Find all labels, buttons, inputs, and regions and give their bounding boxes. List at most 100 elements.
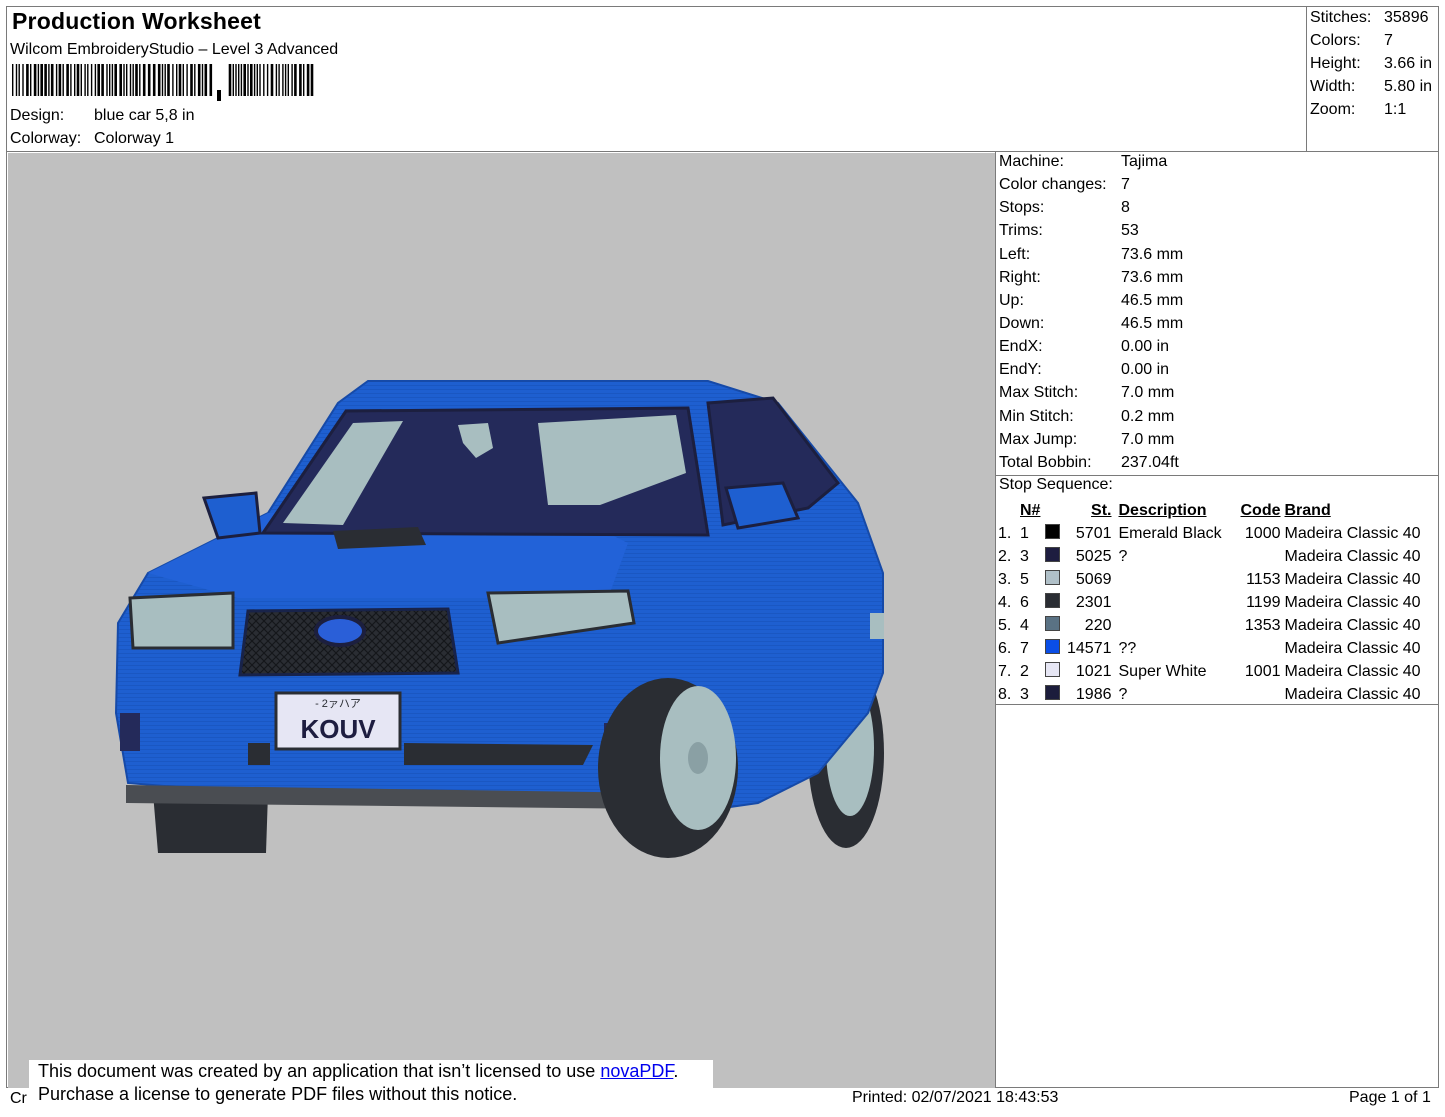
thread-color-swatch — [1045, 616, 1060, 631]
colorway-label: Colorway: — [10, 130, 82, 147]
row-index: 4. — [998, 593, 1012, 611]
thread-code — [1237, 545, 1281, 568]
info-row: Down: 46.5 mm — [999, 314, 1184, 332]
stitch-count: 1021 — [1075, 662, 1112, 680]
col-st: St. — [1091, 501, 1112, 519]
thread-description: ? — [1118, 685, 1128, 703]
frame-header-bottom — [6, 151, 1438, 152]
thread-code — [1237, 683, 1281, 706]
row-index: 5. — [998, 616, 1012, 634]
thread-brand: Madeira Classic 40 — [1284, 547, 1421, 565]
stitch-count: 5025 — [1075, 547, 1112, 565]
info-row: Stops: 8 — [999, 199, 1130, 217]
thread-description: Super White — [1118, 662, 1207, 680]
row-index: 7. — [998, 662, 1012, 680]
needle-number: 5 — [1020, 570, 1029, 588]
frame-top — [6, 6, 1438, 7]
info-row: Left: 73.6 mm — [999, 245, 1184, 263]
stop-sequence-title: Stop Sequence: — [999, 476, 1113, 493]
frame-right — [1438, 6, 1439, 1088]
plate-top-text: - 2ァハア — [315, 698, 361, 710]
thread-code: 1000 — [1244, 524, 1281, 542]
thread-brand: Madeira Classic 40 — [1284, 593, 1421, 611]
printed-timestamp: Printed: 02/07/2021 18:43:53 — [852, 1089, 1059, 1106]
design-preview: - 2ァハア KOUV — [8, 153, 995, 1088]
color-swatch — [1045, 568, 1067, 591]
thread-color-swatch — [1045, 593, 1060, 608]
design-value: blue car 5,8 in — [94, 107, 195, 124]
thread-brand: Madeira Classic 40 — [1284, 662, 1421, 680]
table-row: 4. 6 2301 1199 Madeira Classic 40 — [998, 591, 1421, 614]
needle-number: 1 — [1020, 524, 1029, 542]
stop-sequence-table: N# St. Description Code Brand 1. 1 5701 Eme… — [998, 499, 1421, 706]
info-row: Up: 46.5 mm — [999, 291, 1184, 309]
color-swatch — [1045, 522, 1067, 545]
stitch-count: 2301 — [1075, 593, 1112, 611]
color-swatch — [1045, 637, 1067, 660]
needle-number: 7 — [1020, 639, 1029, 657]
info-row: Trims: 53 — [999, 222, 1139, 240]
thread-description: ? — [1118, 547, 1128, 565]
sidebar-divider — [995, 151, 996, 1088]
stat-row: Height: 3.66 in — [1310, 55, 1433, 72]
frame-left — [6, 6, 7, 1088]
thread-brand: Madeira Classic 40 — [1284, 616, 1421, 634]
table-row: 5. 4 220 1353 Madeira Classic 40 — [998, 614, 1421, 637]
row-index: 6. — [998, 639, 1012, 657]
table-row: 3. 5 5069 1153 Madeira Classic 40 — [998, 568, 1421, 591]
stat-row: Width: 5.80 in — [1310, 78, 1433, 95]
thread-description: ?? — [1118, 639, 1137, 657]
table-row: 1. 1 5701 Emerald Black 1000 Madeira Classic … — [998, 522, 1421, 545]
plate-text: KOUV — [300, 714, 376, 744]
machine-info-panel: Machine: Tajima Color changes: 7 Stops: 8 T… — [999, 152, 1183, 476]
info-row: Right: 73.6 mm — [999, 268, 1184, 286]
col-description: Description — [1118, 501, 1207, 519]
needle-number: 3 — [1020, 685, 1029, 703]
barcode — [12, 64, 314, 101]
row-index: 3. — [998, 570, 1012, 588]
license-notice: This document was created by an applicat… — [29, 1060, 713, 1112]
thread-code: 1153 — [1246, 570, 1281, 588]
notice-line-1: This document was created by an applicat… — [38, 1061, 679, 1081]
needle-number: 4 — [1020, 616, 1029, 634]
stat-row: Zoom: 1:1 — [1310, 101, 1407, 118]
info-row: Max Jump: 7.0 mm — [999, 430, 1175, 448]
stat-row: Stitches: 35896 — [1310, 9, 1429, 26]
stat-row: Colors: 7 — [1310, 32, 1393, 49]
software-name: Wilcom EmbroideryStudio – Level 3 Advanc… — [10, 41, 339, 58]
info-row: Color changes: 7 — [999, 176, 1130, 194]
info-row: Max Stitch: 7.0 mm — [999, 384, 1175, 402]
design-label: Design: — [10, 107, 65, 124]
colorway-row: Colorway: Colorway 1 — [10, 130, 174, 148]
info-row: EndY: 0.00 in — [999, 361, 1170, 379]
thread-color-swatch — [1045, 524, 1060, 539]
design-row: Design: blue car 5,8 in — [10, 107, 195, 125]
thread-color-swatch — [1045, 685, 1060, 700]
thread-description: Emerald Black — [1118, 524, 1222, 542]
info-row: Total Bobbin: 237.04ft — [999, 453, 1179, 471]
thread-brand: Madeira Classic 40 — [1284, 570, 1421, 588]
info-row: Machine: Tajima — [999, 153, 1168, 170]
table-header-row: N# St. Description Code Brand — [998, 499, 1421, 522]
col-brand: Brand — [1284, 501, 1331, 519]
col-n: N# — [1020, 501, 1041, 519]
thread-color-swatch — [1045, 639, 1060, 654]
table-row: 2. 3 5025? Madeira Classic 40 — [998, 545, 1421, 568]
stitch-count: 1986 — [1075, 685, 1112, 703]
stats-panel: Stitches: 35896 Colors: 7 Height: 3.66 in W… — [1310, 8, 1432, 123]
color-swatch — [1045, 591, 1067, 614]
thread-color-swatch — [1045, 570, 1060, 585]
thread-brand: Madeira Classic 40 — [1284, 639, 1421, 657]
footer-left-text: Cr — [10, 1090, 27, 1107]
needle-number: 6 — [1020, 593, 1029, 611]
info-row: EndX: 0.00 in — [999, 338, 1170, 356]
table-row: 6. 7 14571?? Madeira Classic 40 — [998, 637, 1421, 660]
color-swatch — [1045, 683, 1067, 706]
thread-code: 1353 — [1244, 616, 1281, 634]
stitch-count: 5701 — [1075, 524, 1112, 542]
needle-number: 3 — [1020, 547, 1029, 565]
thread-description — [1112, 614, 1237, 637]
thread-brand: Madeira Classic 40 — [1284, 524, 1421, 542]
novapdf-link[interactable]: novaPDF — [600, 1061, 673, 1081]
color-swatch — [1045, 545, 1067, 568]
